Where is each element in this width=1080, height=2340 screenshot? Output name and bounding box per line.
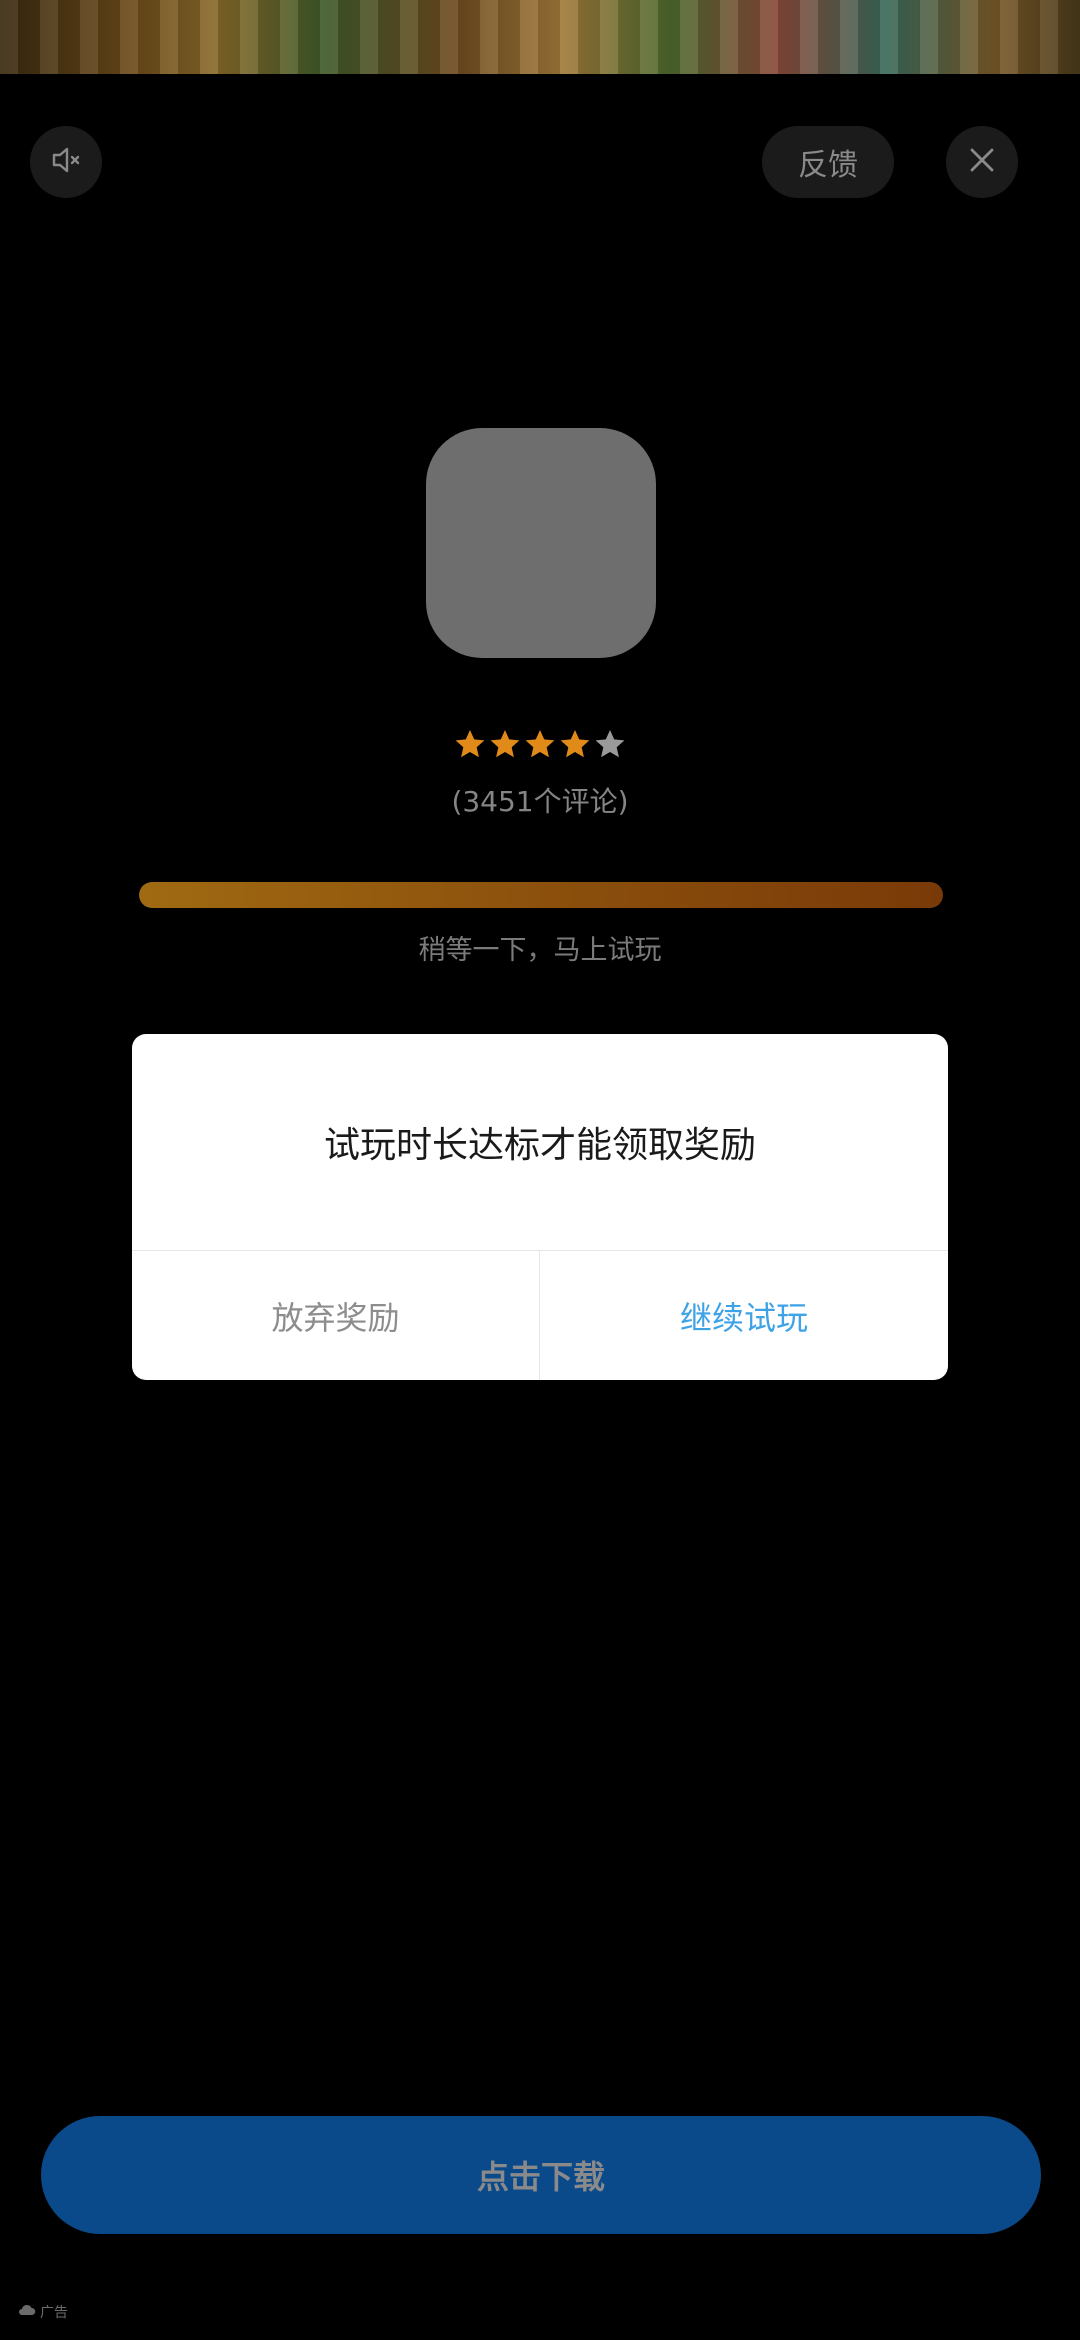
ad-banner-image (0, 0, 1080, 74)
star-icon (489, 728, 521, 764)
star-icon (524, 728, 556, 764)
ad-cloud-icon (18, 2304, 36, 2320)
mute-button[interactable] (30, 126, 102, 198)
continue-trial-button[interactable]: 继续试玩 (540, 1251, 948, 1380)
trial-progress-fill (139, 882, 943, 908)
trial-progress-bar (139, 882, 943, 908)
star-icon (454, 728, 486, 764)
progress-status-text: 稍等一下，马上试玩 (418, 935, 662, 966)
close-icon (964, 142, 1000, 182)
star-icon (559, 728, 591, 764)
ad-label: 广告 (18, 2302, 68, 2322)
rating-stars (454, 728, 626, 764)
dialog-message: 试玩时长达标才能领取奖励 (323, 1125, 756, 1166)
feedback-button[interactable]: 反馈 (762, 126, 894, 198)
reward-dialog: 试玩时长达标才能领取奖励 放弃奖励 继续试玩 (132, 1034, 948, 1380)
mute-icon (48, 142, 84, 182)
ad-label-text: 广告 (40, 2305, 68, 2321)
download-button[interactable]: 点击下载 (41, 2116, 1041, 2234)
reviews-count: (3451个评论) (451, 785, 629, 818)
star-icon (594, 728, 626, 764)
app-icon (426, 428, 656, 658)
give-up-reward-button[interactable]: 放弃奖励 (132, 1251, 539, 1380)
close-button[interactable] (946, 126, 1018, 198)
